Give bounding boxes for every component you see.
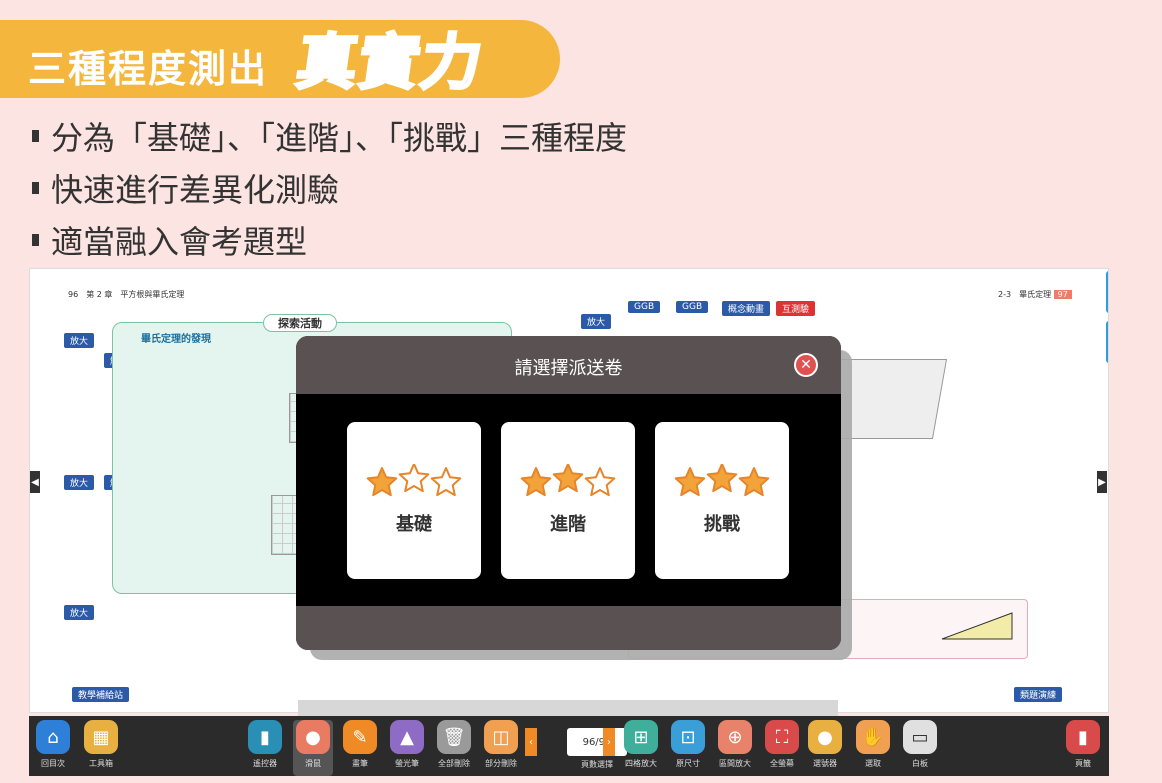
level-intermediate-card[interactable]: 進階	[501, 422, 635, 579]
workbook-tab[interactable]: 習作	[1106, 321, 1108, 363]
number-picker-button[interactable]: ● 選號器	[805, 720, 845, 769]
whiteboard-icon: ▭	[903, 720, 937, 754]
scroll-strip	[298, 700, 838, 716]
title-banner: 三種程度測出 真實力	[0, 20, 560, 100]
dialog-title: 請選擇派送卷	[514, 358, 623, 379]
ggb-tag[interactable]: GGB	[628, 301, 661, 313]
close-icon[interactable]: ✕	[794, 353, 818, 377]
right-page-header: 2-3 畢氏定理 97	[998, 289, 1072, 300]
next-page-button[interactable]: ›	[603, 728, 615, 756]
dialog-header: 請選擇派送卷 ✕	[296, 336, 841, 394]
left-page-header: 96 第 2 章 平方根與畢氏定理	[68, 290, 185, 299]
star-icon	[520, 467, 552, 497]
bullet-item: 適當融入會考題型	[32, 217, 307, 263]
fullscreen-button[interactable]: ⛶ 全螢幕	[762, 720, 802, 769]
page-number-input[interactable]: 96/97	[567, 728, 627, 756]
bullet-item: 分為「基礎」、「進階」、「挑戰」三種程度	[32, 113, 627, 159]
highlighter-icon: ▲	[390, 720, 424, 754]
level-label: 基礎	[396, 514, 432, 535]
prev-page-arrow[interactable]: ◀	[30, 471, 40, 493]
trash-icon: 🗑	[437, 720, 471, 754]
textbook-tab[interactable]: 課本	[1106, 271, 1108, 313]
star-icon	[552, 463, 584, 493]
star-rating	[655, 463, 789, 498]
bookmark-button[interactable]: ▮ 頁籤	[1063, 720, 1103, 769]
pen-icon: ✎	[343, 720, 377, 754]
grid-zoom-button[interactable]: ⊞ 四格放大	[621, 720, 661, 769]
grid-zoom-icon: ⊞	[624, 720, 658, 754]
pen-button[interactable]: ✎ 畫筆	[340, 720, 380, 769]
number-picker-icon: ●	[808, 720, 842, 754]
area-zoom-icon: ⊕	[718, 720, 752, 754]
star-rating	[347, 463, 481, 498]
level-challenge-card[interactable]: 挑戰	[655, 422, 789, 579]
banner-label: 三種程度測出	[28, 47, 269, 91]
star-icon	[738, 467, 770, 497]
star-icon	[674, 467, 706, 497]
star-icon	[584, 467, 616, 497]
mouse-button[interactable]: ● 滑鼠	[293, 720, 333, 776]
activity-title: 探索活動	[263, 314, 337, 332]
star-icon	[430, 467, 462, 497]
zoom-tag[interactable]: 放大	[581, 314, 612, 329]
select-quiz-dialog: 請選擇派送卷 ✕ 基礎 進階 挑戰	[296, 336, 841, 650]
bookmark-icon: ▮	[1066, 720, 1100, 754]
hand-icon: ✋	[856, 720, 890, 754]
level-label: 進階	[550, 514, 586, 535]
star-rating	[501, 463, 635, 498]
next-page-arrow[interactable]: ▶	[1097, 471, 1107, 493]
prev-page-button[interactable]: ‹	[525, 728, 537, 756]
teaching-supply-tag[interactable]: 教學補給站	[72, 687, 130, 702]
select-button[interactable]: ✋ 選取	[853, 720, 893, 769]
zoom-tag[interactable]: 放大	[64, 605, 95, 620]
quiz-tag[interactable]: 互測驗	[776, 301, 816, 316]
highlighter-button[interactable]: ▲ 螢光筆	[387, 720, 427, 769]
original-size-button[interactable]: ⊡ 原尺寸	[668, 720, 708, 769]
eraser-icon: ◫	[484, 720, 518, 754]
fullscreen-icon: ⛶	[765, 720, 799, 754]
level-basic-card[interactable]: 基礎	[347, 422, 481, 579]
bullet-item: 快速進行差異化測驗	[32, 165, 339, 211]
remote-icon: ▮	[248, 720, 282, 754]
partial-delete-button[interactable]: ◫ 部分刪除	[481, 720, 521, 769]
bottom-toolbar: ⌂ 回目次 ▦ 工具箱 ▮ 遙控器 ● 滑鼠 ✎ 畫筆 ▲ 螢光筆 🗑 全部刪除…	[29, 716, 1109, 776]
triangle-diagram	[941, 612, 1013, 640]
banner-highlight: 真實力	[291, 27, 490, 100]
whiteboard-button[interactable]: ▭ 白板	[900, 720, 940, 769]
concept-animation-tag[interactable]: 概念動畫	[722, 301, 771, 316]
toolbox-icon: ▦	[84, 720, 118, 754]
home-button[interactable]: ⌂ 回目次	[33, 720, 73, 769]
mouse-icon: ●	[296, 720, 330, 754]
home-icon: ⌂	[36, 720, 70, 754]
area-zoom-button[interactable]: ⊕ 區間放大	[715, 720, 755, 769]
dialog-footer	[296, 606, 841, 650]
delete-all-button[interactable]: 🗑 全部刪除	[434, 720, 474, 769]
zoom-tag[interactable]: 放大	[64, 333, 95, 348]
toolbox-button[interactable]: ▦ 工具箱	[81, 720, 121, 769]
star-icon	[706, 463, 738, 493]
zoom-tag[interactable]: 放大	[64, 475, 95, 490]
star-icon	[366, 467, 398, 497]
practice-tag[interactable]: 類題演練	[1014, 687, 1063, 702]
ggb-tag[interactable]: GGB	[676, 301, 709, 313]
original-size-icon: ⊡	[671, 720, 705, 754]
section-title: 畢氏定理的發現	[141, 334, 211, 345]
level-label: 挑戰	[704, 514, 740, 535]
remote-button[interactable]: ▮ 遙控器	[245, 720, 285, 769]
star-icon	[398, 463, 430, 493]
